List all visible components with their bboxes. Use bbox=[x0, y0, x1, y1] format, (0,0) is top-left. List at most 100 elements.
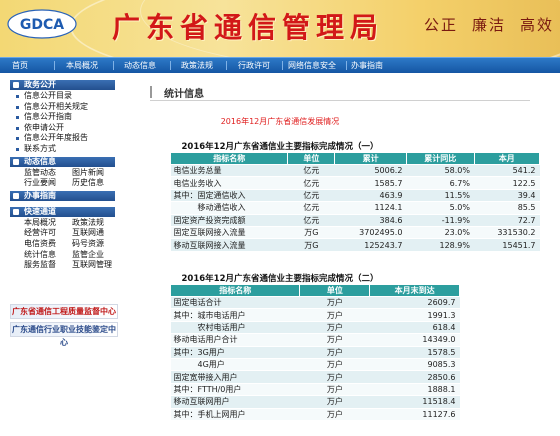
table-row: 移动互联网用户 万户 11518.4 bbox=[170, 395, 460, 409]
table-row: 其中：固定通信收入 亿元 463.9 11.5% 39.4 bbox=[170, 189, 540, 203]
table1-title: 2016年12月广东省通信业主要指标完成情况（一） bbox=[181, 142, 379, 152]
table-cell: 331530.2 bbox=[474, 226, 540, 240]
table-cell: 固定电话合计 bbox=[170, 296, 300, 310]
table-cell: 万户 bbox=[299, 296, 370, 310]
sidebar-link[interactable]: 监管动态 bbox=[24, 168, 72, 179]
sidebar-link[interactable]: 服务监督 bbox=[24, 260, 72, 271]
nav-home[interactable]: 首页 bbox=[12, 60, 28, 71]
table-row: 其中：3G用户 万户 1578.5 bbox=[170, 346, 460, 359]
table-cell: 5006.2 bbox=[334, 164, 407, 178]
column-header: 本月末到达 bbox=[369, 284, 460, 297]
sidebar-link-row: 行业要闻 历史信息 bbox=[10, 178, 115, 189]
table-cell: 541.2 bbox=[474, 164, 540, 178]
table-cell: 亿元 bbox=[287, 176, 335, 190]
table-cell: 万户 bbox=[299, 370, 370, 384]
nav-separator bbox=[170, 61, 171, 70]
table-cell: 移动通信收入 bbox=[170, 201, 288, 215]
sidebar-link[interactable]: 互联网管理 bbox=[72, 260, 120, 271]
nav-separator bbox=[282, 61, 283, 70]
nav-news[interactable]: 动态信息 bbox=[124, 60, 156, 71]
sidebar-link[interactable]: 统计信息 bbox=[24, 250, 72, 261]
table-row: 移动互联网接入流量 万G 125243.7 128.9% 15451.7 bbox=[170, 238, 540, 252]
table-cell: 万户 bbox=[299, 395, 370, 409]
sidebar-link[interactable]: 历史信息 bbox=[72, 178, 120, 189]
nav-security[interactable]: 网络信息安全 bbox=[288, 60, 336, 71]
column-header: 本月 bbox=[473, 152, 540, 165]
nav-separator bbox=[54, 61, 55, 70]
table-cell: 11518.4 bbox=[369, 395, 460, 409]
table-cell: 618.4 bbox=[369, 321, 460, 335]
column-header: 单位 bbox=[299, 284, 371, 297]
table-cell: 其中：FTTH/0用户 bbox=[170, 383, 300, 397]
table-row: 固定互联网接入流量 万G 3702495.0 23.0% 331530.2 bbox=[170, 226, 540, 240]
table-cell: 移动电话用户合计 bbox=[170, 333, 300, 347]
table-cell: 亿元 bbox=[287, 189, 335, 203]
sidebar-link-row: 监管动态 图片新闻 bbox=[10, 168, 115, 179]
sidebar-link[interactable]: 码号资源 bbox=[72, 239, 120, 250]
table-cell: 1578.5 bbox=[369, 346, 460, 359]
table2-title: 2016年12月广东省通信业主要指标完成情况（二） bbox=[181, 274, 379, 284]
table-row: 固定电话合计 万户 2609.7 bbox=[170, 296, 460, 310]
sidebar-link[interactable]: 行业要闻 bbox=[24, 178, 72, 189]
table-cell: 9085.3 bbox=[369, 358, 460, 372]
table-cell: 1585.7 bbox=[334, 176, 407, 190]
column-header: 累计 bbox=[334, 152, 407, 165]
sidebar-link[interactable]: 图片新闻 bbox=[72, 168, 120, 179]
nav-license[interactable]: 行政许可 bbox=[238, 60, 270, 71]
table-row: 移动电话用户合计 万户 14349.0 bbox=[170, 333, 460, 347]
nav-guide[interactable]: 办事指南 bbox=[351, 60, 383, 71]
table-cell: 亿元 bbox=[287, 201, 335, 215]
svg-text:GDCA: GDCA bbox=[20, 17, 64, 33]
site-title: 广东省通信管理局 bbox=[112, 11, 385, 44]
table-cell: 电信业务收入 bbox=[170, 176, 288, 190]
column-header: 累计同比 bbox=[405, 152, 475, 165]
sidebar-link[interactable]: 本局概况 bbox=[24, 218, 72, 229]
table-cell: 11.5% bbox=[406, 189, 474, 203]
sidebar-link-row: 统计信息 监管企业 bbox=[10, 250, 115, 261]
promo-banner-skills[interactable]: 广东通信行业职业技能鉴定中心 bbox=[10, 322, 118, 347]
table-cell: 1991.3 bbox=[369, 308, 460, 322]
table-cell: 万户 bbox=[299, 333, 370, 347]
table-cell: 4G用户 bbox=[170, 358, 300, 372]
sidebar-link[interactable]: 互联网通 bbox=[72, 228, 120, 239]
sidebar-link[interactable]: 政策法规 bbox=[72, 218, 120, 229]
promo-banner-quality[interactable]: 广东省通信工程质量监督中心 bbox=[10, 304, 118, 319]
sidebar-section-title[interactable]: 办事指南 bbox=[10, 190, 115, 201]
table-cell: 其中：固定通信收入 bbox=[170, 189, 288, 203]
sidebar-link-row: 本局概况 政策法规 bbox=[10, 218, 115, 229]
sidebar-link[interactable]: 监管企业 bbox=[72, 250, 120, 261]
sidebar-link-row: 电信资费 码号资源 bbox=[10, 239, 115, 250]
table-row: 电信业务收入 亿元 1585.7 6.7% 122.5 bbox=[170, 176, 540, 190]
sidebar-link[interactable]: 电信资费 bbox=[24, 239, 72, 250]
nav-separator bbox=[226, 61, 227, 70]
table-cell: 固定宽带接入用户 bbox=[170, 370, 300, 384]
table-cell: 384.6 bbox=[334, 214, 407, 227]
nav-policy[interactable]: 政策法规 bbox=[181, 60, 213, 71]
table-cell: 14349.0 bbox=[369, 333, 460, 347]
table-cell: 万G bbox=[287, 226, 335, 240]
table-row: 电信业务总量 亿元 5006.2 58.0% 541.2 bbox=[170, 164, 540, 178]
table-cell: 85.5 bbox=[474, 201, 540, 215]
table-row: 其中：手机上网用户 万户 11127.6 bbox=[170, 408, 460, 421]
indicator-table-2: 指标名称 单位 本月末到达 固定电话合计 万户 2609.7 其中：城市电话用户 万户 199… bbox=[169, 284, 460, 421]
table-cell: 万户 bbox=[299, 321, 370, 335]
table-cell: 亿元 bbox=[287, 214, 335, 227]
sidebar-section-body: 本局概况 政策法规 经营许可 互联网通 电信资费 码号资源 统计信息 监管企业 服务监督… bbox=[10, 216, 115, 273]
table-cell: 6.7% bbox=[406, 176, 474, 190]
sidebar-section-title: 快速通道 bbox=[10, 206, 115, 217]
sidebar-link[interactable]: 信息公开相关规定 bbox=[10, 102, 115, 113]
table-row: 固定宽带接入用户 万户 2850.6 bbox=[170, 370, 460, 384]
sidebar-link[interactable]: 经营许可 bbox=[24, 228, 72, 239]
table-cell: 电信业务总量 bbox=[170, 164, 288, 178]
column-header: 单位 bbox=[287, 152, 336, 165]
site-logo[interactable]: GDCA bbox=[6, 6, 78, 42]
sidebar-link[interactable]: 信息公开目录 bbox=[10, 91, 115, 102]
table-cell: 23.0% bbox=[406, 226, 474, 240]
table-cell: 其中：3G用户 bbox=[170, 346, 300, 359]
site-banner: GDCA 广东省通信管理局 公正 廉洁 高效 bbox=[0, 0, 560, 57]
nav-about[interactable]: 本局概况 bbox=[66, 60, 98, 71]
table-cell: 万户 bbox=[299, 383, 370, 397]
sidebar-link-row: 服务监督 互联网管理 bbox=[10, 260, 115, 271]
table-cell: 万G bbox=[287, 238, 335, 252]
indicator-table-1: 指标名称 单位 累计 累计同比 本月 电信业务总量 亿元 5006.2 58.0% 541.2 电… bbox=[169, 152, 540, 252]
